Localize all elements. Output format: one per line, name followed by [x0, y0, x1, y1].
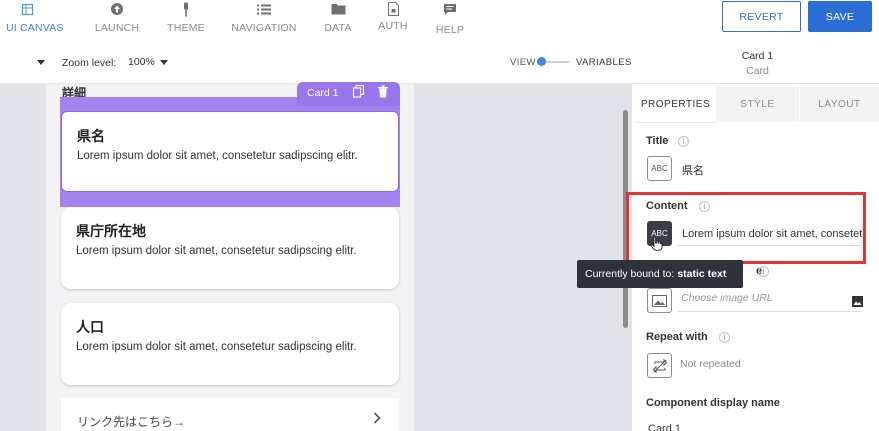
nav-item-ui-canvas[interactable]: UI CANVAS [6, 0, 64, 42]
link-text: リンク先はこちら→ [77, 415, 186, 429]
chat-bubble-icon [433, 0, 467, 18]
view-variables-toggle-knob[interactable] [537, 57, 546, 66]
title-property-label: Title [646, 135, 669, 147]
info-icon[interactable]: i [719, 332, 730, 343]
info-icon[interactable]: i [758, 266, 769, 277]
view-toggle-label: VIEW [510, 57, 536, 68]
nav-label: UI CANVAS [6, 22, 64, 34]
tooltip-value: static text [677, 268, 727, 280]
device-dropdown-caret-icon[interactable] [37, 60, 45, 65]
image-input-underline [678, 311, 862, 312]
card-3[interactable]: 人口 Lorem ipsum dolor sit amet, consetetu… [61, 303, 399, 385]
static-text-binding-icon[interactable]: ABC [647, 156, 672, 181]
zoom-chevron-down-icon[interactable] [160, 60, 168, 65]
chevron-right-icon [373, 411, 381, 427]
nav-label: NAVIGATION [231, 22, 297, 34]
save-button[interactable]: SAVE [808, 1, 872, 32]
navigation-icon [229, 0, 299, 18]
card-1[interactable]: 県名 Lorem ipsum dolor sit amet, consetetu… [61, 111, 399, 192]
link-row[interactable]: リンク先はこちら→ [61, 398, 399, 431]
duplicate-icon[interactable] [352, 85, 364, 101]
nav-item-data[interactable]: DATA [321, 0, 355, 42]
card-title: 県名 [77, 128, 105, 144]
nav-label: THEME [167, 22, 205, 34]
launch-icon [92, 0, 142, 18]
trash-icon[interactable] [378, 85, 388, 101]
nav-item-theme[interactable]: THEME [164, 0, 208, 42]
tab-divider [636, 122, 715, 123]
card-title: 人口 [76, 319, 104, 335]
card-content: Lorem ipsum dolor sit amet, consetetur s… [77, 150, 358, 162]
image-url-input[interactable]: Choose image URL [681, 292, 773, 304]
nav-label: AUTH [378, 20, 408, 32]
variables-toggle-label: VARIABLES [576, 57, 632, 68]
nav-item-help[interactable]: HELP [433, 0, 467, 42]
card-content: Lorem ipsum dolor sit amet, consetetur s… [76, 245, 357, 257]
image-binding-icon[interactable] [647, 288, 672, 313]
nav-item-auth[interactable]: AUTH [375, 0, 411, 42]
abc-glyph: ABC [651, 164, 668, 173]
repeat-disabled-icon[interactable] [647, 353, 672, 378]
tab-layout[interactable]: LAYOUT [800, 87, 879, 122]
title-property-input[interactable]: 県名 [682, 162, 862, 178]
annotation-highlight-box [626, 192, 866, 264]
repeat-property-label: Repeat with [646, 331, 708, 343]
binding-tooltip: Currently bound to: static text [577, 260, 743, 288]
image-picker-icon[interactable] [852, 294, 863, 312]
revert-button[interactable]: REVERT [722, 1, 801, 32]
folder-icon [321, 0, 355, 18]
theme-icon [164, 0, 208, 18]
tooltip-prefix: Currently bound to: [585, 268, 675, 280]
display-name-label: Component display name [646, 397, 780, 409]
card-2[interactable]: 県庁所在地 Lorem ipsum dolor sit amet, conset… [61, 207, 399, 289]
tab-properties[interactable]: PROPERTIES [636, 87, 715, 122]
tab-style[interactable]: STYLE [716, 87, 799, 122]
component-badge: Card 1 [297, 82, 400, 106]
nav-label: HELP [435, 24, 465, 36]
zoom-select[interactable]: 100% [128, 56, 155, 68]
nav-label: DATA [324, 22, 352, 34]
nav-item-navigation[interactable]: NAVIGATION [229, 0, 299, 42]
zoom-label: Zoom level: [62, 57, 117, 69]
card-content: Lorem ipsum dolor sit amet, consetetur s… [76, 341, 357, 353]
top-navigation: UI CANVAS LAUNCH THEME NAVIGATION DATA A… [0, 0, 879, 42]
component-badge-label: Card 1 [307, 87, 339, 99]
repeat-value[interactable]: Not repeated [680, 358, 741, 370]
selected-component-type: Card [746, 65, 769, 77]
selected-component-name: Card 1 [741, 50, 774, 62]
card-title: 県庁所在地 [76, 223, 146, 239]
display-name-input[interactable]: Card 1 [648, 423, 748, 431]
nav-label: LAUNCH [94, 22, 140, 34]
document-lock-icon [375, 0, 411, 18]
info-icon[interactable]: i [678, 136, 689, 147]
nav-item-launch[interactable]: LAUNCH [92, 0, 142, 42]
ui-canvas-icon [6, 0, 48, 18]
